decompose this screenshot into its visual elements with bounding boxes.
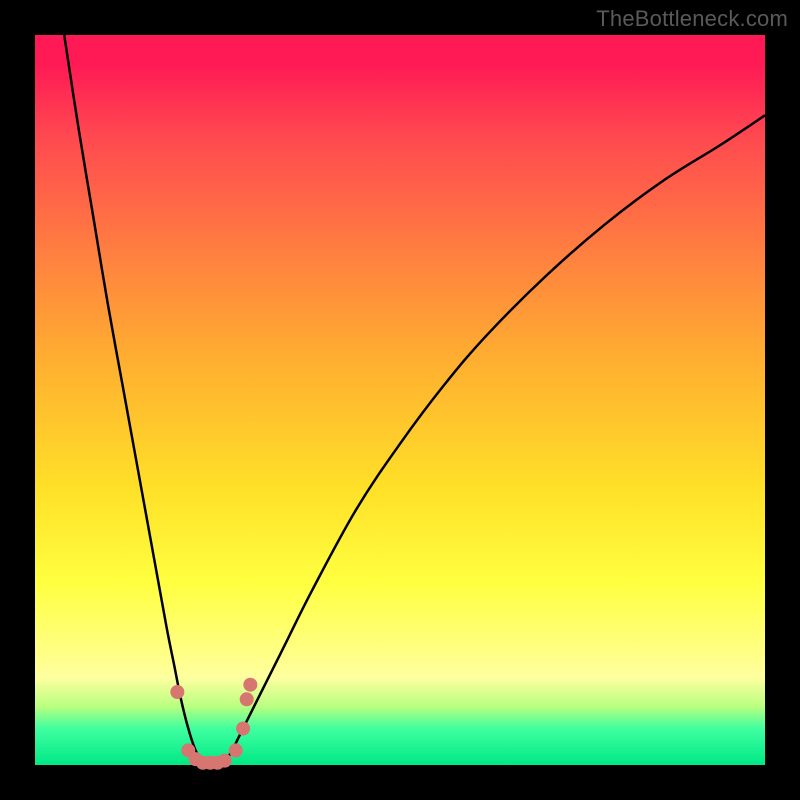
marker-dot — [170, 685, 184, 699]
bottleneck-curve — [64, 35, 765, 765]
marker-dot — [243, 678, 257, 692]
attribution-watermark: TheBottleneck.com — [596, 6, 788, 32]
bottleneck-curve-svg — [35, 35, 765, 765]
chart-frame: TheBottleneck.com — [0, 0, 800, 800]
marker-dot — [240, 692, 254, 706]
marker-dot — [229, 743, 243, 757]
plot-area — [35, 35, 765, 765]
marker-dot — [218, 754, 232, 768]
marker-dot — [236, 722, 250, 736]
marker-cluster — [170, 678, 257, 770]
